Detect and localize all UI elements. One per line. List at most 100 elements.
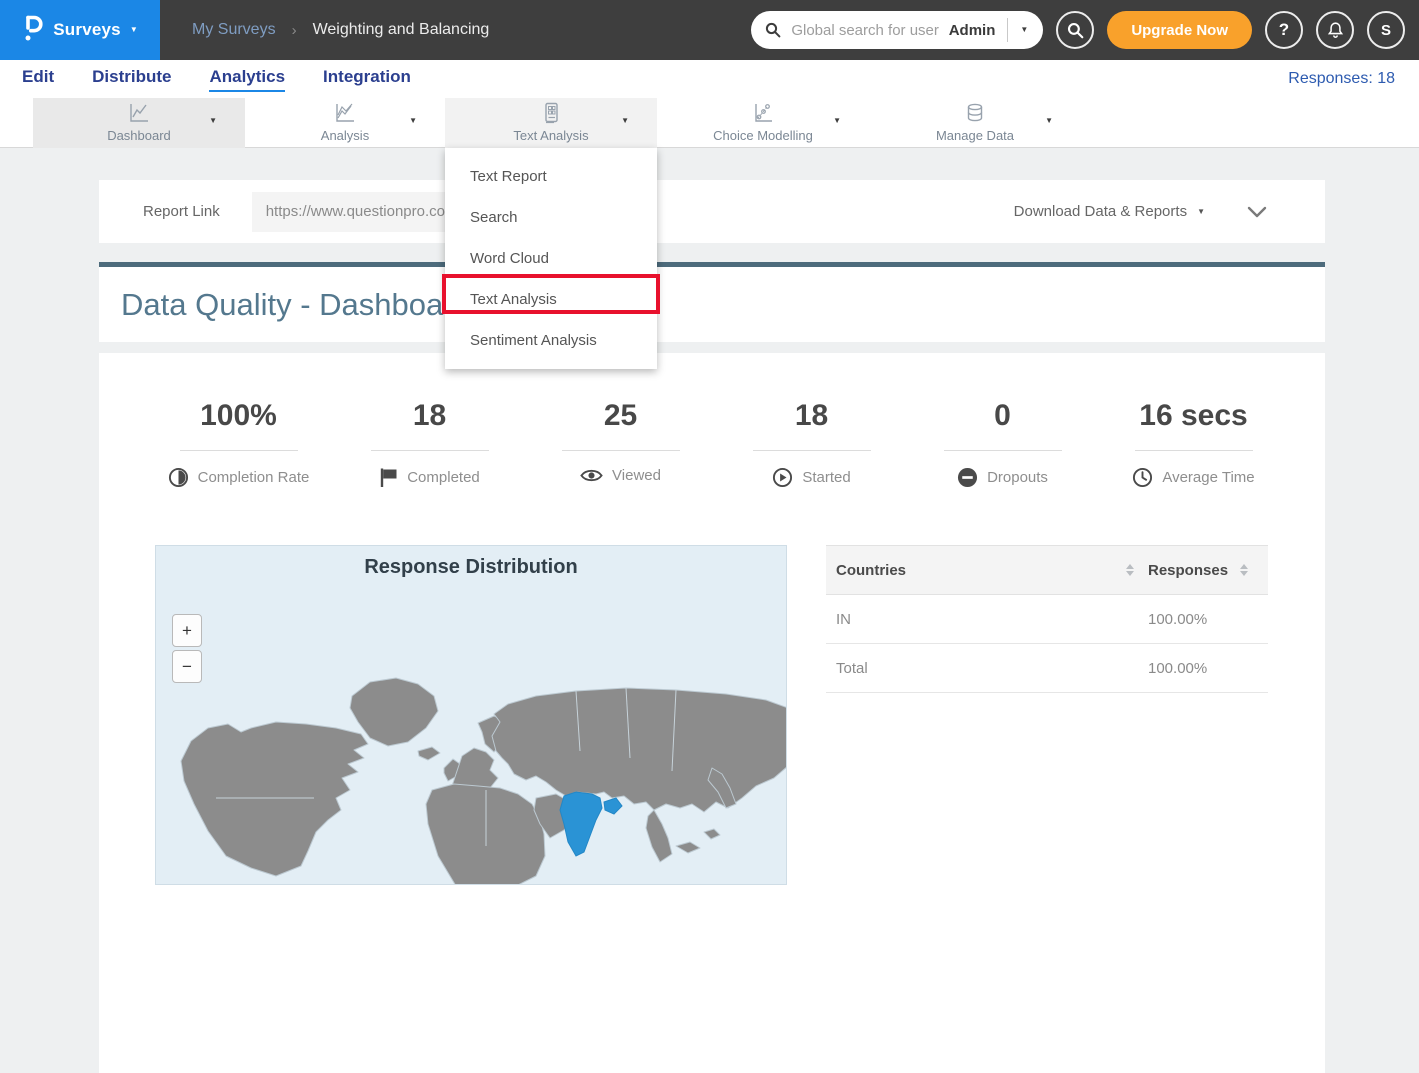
world-map[interactable] xyxy=(156,546,787,885)
viz-row: Response Distribution xyxy=(99,545,1325,885)
nav-tab-integration[interactable]: Integration xyxy=(323,67,411,92)
stat-label: Average Time xyxy=(1162,469,1254,486)
toolbar-choice-modelling[interactable]: Choice Modelling ▼ xyxy=(657,98,869,148)
caret-down-icon[interactable]: ▼ xyxy=(621,117,629,125)
contrast-icon xyxy=(168,467,189,488)
product-label: Surveys xyxy=(53,20,121,40)
analytics-toolbar: Dashboard ▼ Analysis ▼ Text Analysis ▼ C… xyxy=(0,98,1419,148)
menu-item-word-cloud[interactable]: Word Cloud xyxy=(445,238,657,279)
breadcrumb: My Surveys › Weighting and Balancing xyxy=(192,21,489,39)
caret-down-icon[interactable]: ▼ xyxy=(1197,208,1205,216)
menu-item-sentiment-analysis[interactable]: Sentiment Analysis xyxy=(445,320,657,361)
stat-value: 18 xyxy=(716,399,907,433)
flag-icon xyxy=(379,467,398,488)
topbar-actions: Admin ▼ Upgrade Now ? S xyxy=(751,11,1405,49)
map-zoom-in-button[interactable]: + xyxy=(172,614,202,647)
stat-label: Viewed xyxy=(612,467,661,484)
stat-value: 100% xyxy=(143,399,334,433)
breadcrumb-separator-icon: › xyxy=(292,22,297,39)
download-data-reports-button[interactable]: Download Data & Reports xyxy=(1014,203,1187,220)
questionpro-logo-icon xyxy=(22,14,44,47)
stat-label: Started xyxy=(802,469,850,486)
divider xyxy=(1135,450,1253,451)
page-title-card: Data Quality - Dashboard xyxy=(99,262,1325,342)
response-distribution-map: Response Distribution xyxy=(155,545,787,885)
breadcrumb-current: Weighting and Balancing xyxy=(313,21,490,39)
stat-label: Completed xyxy=(407,469,480,486)
caret-down-icon[interactable]: ▼ xyxy=(209,117,217,125)
sort-icon[interactable] xyxy=(1240,564,1248,576)
cell-responses: 100.00% xyxy=(1148,660,1207,677)
stat-completion-rate: 100% Completion Rate xyxy=(143,399,334,493)
column-header-responses[interactable]: Responses xyxy=(1148,562,1228,579)
stat-label: Dropouts xyxy=(987,469,1048,486)
help-button[interactable]: ? xyxy=(1265,11,1303,49)
stat-value: 0 xyxy=(907,399,1098,433)
report-link-label: Report Link xyxy=(143,203,220,220)
toolbar-label: Analysis xyxy=(245,128,445,143)
notifications-button[interactable] xyxy=(1316,11,1354,49)
cell-country: Total xyxy=(836,660,868,677)
upgrade-now-button[interactable]: Upgrade Now xyxy=(1107,11,1252,49)
divider xyxy=(753,450,871,451)
topbar: Surveys ▼ My Surveys › Weighting and Bal… xyxy=(0,0,1419,60)
search-scope-dropdown[interactable]: ▼ xyxy=(1020,26,1028,34)
toolbar-manage-data[interactable]: Manage Data ▼ xyxy=(869,98,1081,148)
global-search-bar: Admin ▼ xyxy=(751,11,1043,49)
stats-row: 100% Completion Rate 18 Completed 25 Vie… xyxy=(99,353,1325,493)
cell-responses: 100.00% xyxy=(1148,611,1207,628)
toolbar-analysis[interactable]: Analysis ▼ xyxy=(245,98,445,148)
dashboard-main-card: 100% Completion Rate 18 Completed 25 Vie… xyxy=(99,353,1325,1073)
nav-tab-distribute[interactable]: Distribute xyxy=(92,67,171,92)
divider xyxy=(1007,18,1008,42)
toolbar-label: Text Analysis xyxy=(445,128,657,143)
minus-circle-icon xyxy=(957,467,978,488)
toolbar-dashboard[interactable]: Dashboard ▼ xyxy=(33,98,245,148)
avatar-initial: S xyxy=(1381,22,1391,39)
caret-down-icon[interactable]: ▼ xyxy=(833,117,841,125)
sort-icon[interactable] xyxy=(1126,564,1134,576)
map-country-india[interactable] xyxy=(560,792,622,856)
toolbar-text-analysis[interactable]: Text Analysis ▼ xyxy=(445,98,657,148)
countries-table: Countries Responses IN 100.00% Total 100… xyxy=(826,545,1268,885)
play-circle-icon xyxy=(772,467,793,488)
stat-value: 25 xyxy=(525,399,716,433)
caret-down-icon[interactable]: ▼ xyxy=(1045,117,1053,125)
toolbar-label: Choice Modelling xyxy=(657,128,869,143)
bell-icon xyxy=(1327,21,1344,39)
stat-dropouts: 0 Dropouts xyxy=(907,399,1098,493)
stat-viewed: 25 Viewed xyxy=(525,399,716,493)
responses-count: Responses: 18 xyxy=(1288,70,1419,88)
menu-item-search[interactable]: Search xyxy=(445,197,657,238)
search-button[interactable] xyxy=(1056,11,1094,49)
global-search-input[interactable] xyxy=(791,22,948,39)
divider xyxy=(944,450,1062,451)
column-header-countries[interactable]: Countries xyxy=(836,562,906,579)
divider xyxy=(371,450,489,451)
clock-icon xyxy=(1132,467,1153,488)
menu-item-text-analysis[interactable]: Text Analysis xyxy=(445,279,657,320)
report-bar-actions: Download Data & Reports ▼ xyxy=(1014,203,1325,220)
stat-started: 18 Started xyxy=(716,399,907,493)
eye-icon xyxy=(580,467,603,484)
surveys-menu-button[interactable]: Surveys ▼ xyxy=(0,0,160,60)
nav-tab-edit[interactable]: Edit xyxy=(22,67,54,92)
breadcrumb-my-surveys[interactable]: My Surveys xyxy=(192,21,276,39)
report-link-bar: Report Link Download Data & Reports ▼ xyxy=(99,180,1325,243)
page-title: Data Quality - Dashboard xyxy=(121,287,471,323)
search-scope-label: Admin xyxy=(949,22,996,39)
divider xyxy=(180,450,298,451)
user-avatar[interactable]: S xyxy=(1367,11,1405,49)
survey-nav: Edit Distribute Analytics Integration Re… xyxy=(0,60,1419,98)
menu-item-text-report[interactable]: Text Report xyxy=(445,156,657,197)
divider xyxy=(562,450,680,451)
chevron-down-icon[interactable] xyxy=(1247,206,1267,218)
stat-label: Completion Rate xyxy=(198,469,310,486)
stat-average-time: 16 secs Average Time xyxy=(1098,399,1289,493)
nav-links: Edit Distribute Analytics Integration xyxy=(0,67,411,92)
map-zoom-out-button[interactable]: − xyxy=(172,650,202,683)
map-zoom-controls: + − xyxy=(172,614,202,683)
search-icon xyxy=(765,22,781,38)
caret-down-icon[interactable]: ▼ xyxy=(409,117,417,125)
nav-tab-analytics[interactable]: Analytics xyxy=(209,67,285,92)
